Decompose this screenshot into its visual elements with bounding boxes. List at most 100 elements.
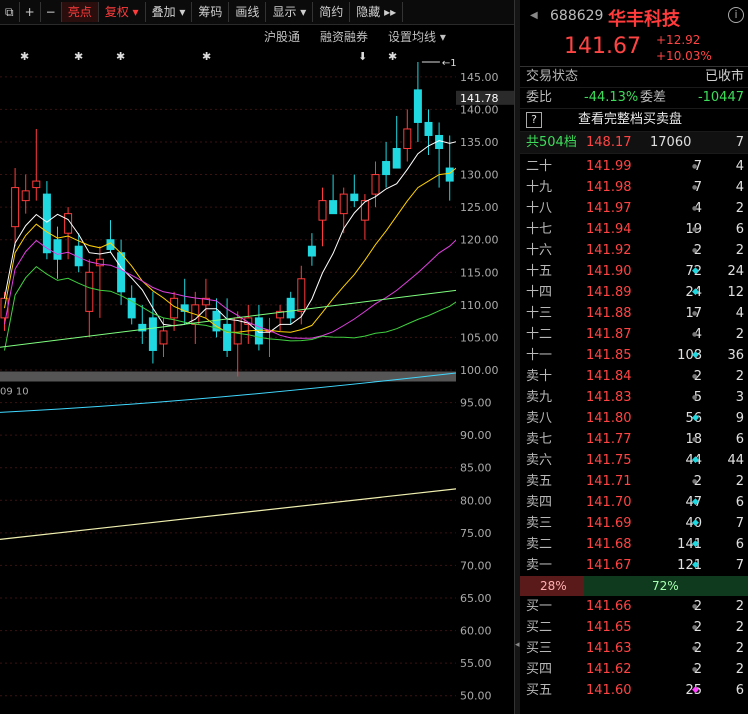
kline-chart[interactable]: 09 10 ✱ ✱ ✱ ✱ ⬇ ✱ ←147.28 bbox=[0, 46, 456, 714]
level-label: 卖三 bbox=[526, 516, 553, 531]
full-book-link[interactable]: 查看完整档买卖盘 bbox=[578, 109, 682, 131]
event-star-icon: ✱ bbox=[388, 50, 397, 63]
level-count: 2 bbox=[735, 662, 744, 677]
level-label: 卖一 bbox=[526, 558, 553, 573]
change-value: +12.92 bbox=[656, 33, 701, 47]
level-change-dot-icon: ◆ bbox=[692, 685, 699, 695]
total-levels-label: 共504档 bbox=[526, 135, 577, 150]
level-price: 141.77 bbox=[586, 432, 632, 447]
level-label: 卖九 bbox=[526, 390, 553, 405]
weicha-value: -10447 bbox=[697, 90, 744, 105]
candle-body bbox=[350, 193, 359, 202]
ask-row[interactable]: 十三 141.88 17 4 ● bbox=[520, 303, 748, 324]
ask-row[interactable]: 卖三 141.69 40 7 ◆ bbox=[520, 513, 748, 534]
level-price: 141.84 bbox=[586, 369, 632, 384]
ask-row[interactable]: 十七 141.94 19 6 ● bbox=[520, 219, 748, 240]
bid-row[interactable]: 买二 141.65 2 2 ● bbox=[520, 617, 748, 638]
bid-row[interactable]: 买五 141.60 25 6 ◆ bbox=[520, 680, 748, 701]
event-star-icon: ✱ bbox=[116, 50, 125, 63]
bid-row[interactable]: 买一 141.66 2 2 ● bbox=[520, 596, 748, 617]
zoom-out-button[interactable]: − bbox=[41, 2, 62, 22]
ask-row[interactable]: 十二 141.87 4 2 ● bbox=[520, 324, 748, 345]
ask-row[interactable]: 十六 141.92 2 2 ● bbox=[520, 240, 748, 261]
overlay-button[interactable]: 叠加 ▾ bbox=[146, 2, 193, 22]
level-count: 2 bbox=[735, 243, 744, 258]
level-label: 买三 bbox=[526, 641, 553, 656]
level-label: 卖十 bbox=[526, 369, 553, 384]
ask-row[interactable]: 卖四 141.70 47 6 ◆ bbox=[520, 492, 748, 513]
ask-row[interactable]: 十一 141.85 108 36 ◆ bbox=[520, 345, 748, 366]
quote-panel: ◀ 688629 华丰科技 i 141.67 +12.92 +10.03% 交易… bbox=[520, 0, 748, 714]
margin-trading-link[interactable]: 融资融券 bbox=[320, 28, 368, 45]
ask-row[interactable]: 十五 141.90 72 24 ◆ bbox=[520, 261, 748, 282]
level-price: 141.88 bbox=[586, 306, 632, 321]
ma-setting-dropdown[interactable]: 设置均线 ▾ bbox=[388, 28, 446, 45]
high-marker-label: ←147.28 bbox=[442, 58, 456, 69]
level-change-dot-icon: ● bbox=[692, 226, 698, 233]
candle-body bbox=[307, 245, 316, 257]
ask-row[interactable]: 卖八 141.80 56 9 ◆ bbox=[520, 408, 748, 429]
display-button[interactable]: 显示 ▾ bbox=[266, 2, 314, 22]
level-count: 9 bbox=[735, 411, 744, 426]
sell-ratio: 28% bbox=[540, 579, 567, 593]
level-label: 十五 bbox=[526, 264, 553, 279]
draw-button[interactable]: 画线 bbox=[229, 2, 267, 22]
event-star-icon: ⬇ bbox=[358, 50, 367, 63]
zoom-in-button[interactable]: + bbox=[20, 2, 41, 22]
level-change-dot-icon: ◆ bbox=[692, 497, 699, 507]
candle-body bbox=[297, 278, 306, 312]
info-icon[interactable]: i bbox=[728, 7, 744, 23]
adjust-button[interactable]: 复权 ▾ bbox=[99, 2, 146, 22]
candle-body bbox=[403, 128, 412, 150]
level-price: 141.75 bbox=[586, 453, 632, 468]
weibi-label: 委比 bbox=[526, 90, 553, 105]
ask-row[interactable]: 卖五 141.71 2 2 ● bbox=[520, 471, 748, 492]
simple-button[interactable]: 简约 bbox=[313, 2, 351, 22]
buy-ratio: 72% bbox=[652, 579, 679, 593]
highlight-button[interactable]: 亮点 bbox=[61, 2, 99, 22]
candle-body bbox=[148, 317, 157, 351]
level-count: 2 bbox=[735, 474, 744, 489]
level-price: 141.92 bbox=[586, 243, 632, 258]
collapse-arrow-icon[interactable]: ◂ bbox=[515, 640, 520, 650]
bid-row[interactable]: 买四 141.62 2 2 ● bbox=[520, 659, 748, 680]
level-count: 44 bbox=[727, 453, 744, 468]
hkconnect-link[interactable]: 沪股通 bbox=[264, 28, 300, 45]
level-label: 十二 bbox=[526, 327, 553, 342]
candle-body bbox=[329, 200, 338, 215]
candle-body bbox=[360, 200, 369, 221]
prev-stock-arrow-icon[interactable]: ◀ bbox=[530, 10, 538, 21]
date-label: 09 10 bbox=[0, 387, 29, 398]
level-change-dot-icon: ◆ bbox=[692, 518, 699, 528]
ask-row[interactable]: 十八 141.97 4 2 ● bbox=[520, 198, 748, 219]
level-change-dot-icon: ● bbox=[692, 331, 698, 338]
full-book-row[interactable]: ? 查看完整档买卖盘 bbox=[520, 109, 748, 132]
hide-button[interactable]: 隐藏 ▸▸ bbox=[350, 2, 404, 22]
help-icon[interactable]: ? bbox=[526, 112, 542, 128]
level-price: 141.60 bbox=[586, 683, 632, 698]
y-tick-label: 110.00 bbox=[460, 299, 499, 312]
ask-row[interactable]: 卖六 141.75 44 44 ◆ bbox=[520, 450, 748, 471]
ask-row[interactable]: 卖九 141.83 5 3 ● bbox=[520, 387, 748, 408]
level-change-dot-icon: ● bbox=[692, 603, 698, 610]
level-count: 7 bbox=[735, 558, 744, 573]
ask-row[interactable]: 卖七 141.77 18 6 ● bbox=[520, 429, 748, 450]
layout-icon[interactable]: ⧉ bbox=[0, 2, 20, 22]
candle-body bbox=[21, 190, 30, 202]
ask-row[interactable]: 十四 141.89 24 12 ◆ bbox=[520, 282, 748, 303]
ask-row[interactable]: 二十 141.99 7 4 ● bbox=[520, 156, 748, 177]
level-count: 6 bbox=[735, 432, 744, 447]
ask-row[interactable]: 卖一 141.67 121 7 ◆ bbox=[520, 555, 748, 576]
chart-subtoolbar: 沪股通 融资融券 设置均线 ▾ bbox=[0, 26, 456, 46]
bid-row[interactable]: 买三 141.63 2 2 ● bbox=[520, 638, 748, 659]
level-change-dot-icon: ◆ bbox=[692, 266, 699, 276]
ask-row[interactable]: 卖二 141.68 141 6 ◆ bbox=[520, 534, 748, 555]
level-label: 买一 bbox=[526, 599, 553, 614]
chips-button[interactable]: 筹码 bbox=[192, 2, 230, 22]
ask-row[interactable]: 卖十 141.84 2 2 ● bbox=[520, 366, 748, 387]
level-label: 买五 bbox=[526, 683, 553, 698]
level-label: 十八 bbox=[526, 201, 553, 216]
level-label: 卖七 bbox=[526, 432, 553, 447]
ask-row[interactable]: 十九 141.98 7 4 ● bbox=[520, 177, 748, 198]
level-label: 十三 bbox=[526, 306, 553, 321]
